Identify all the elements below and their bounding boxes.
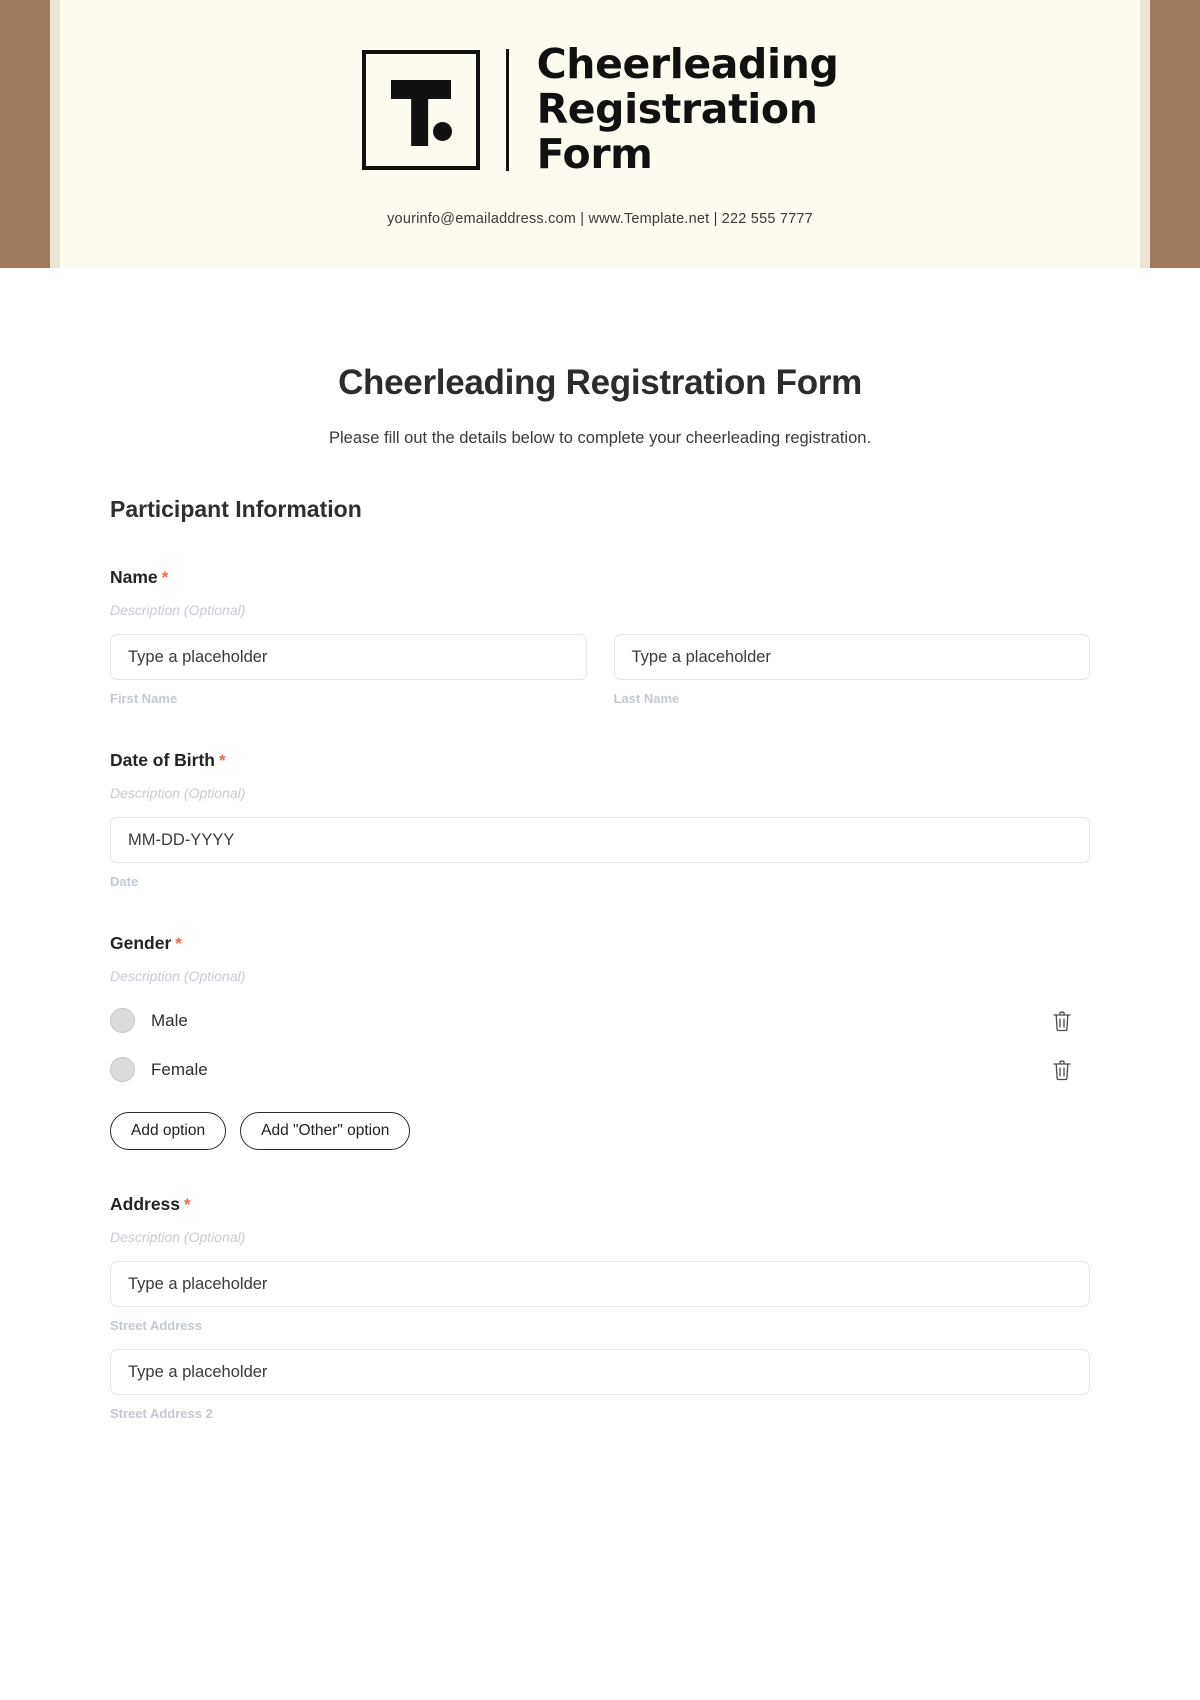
field-label-name: Name * — [110, 567, 1090, 588]
section-heading-participant-information: Participant Information — [110, 496, 362, 522]
letterhead-contact-line: yourinfo@emailaddress.com | www.Template… — [387, 211, 813, 228]
gender-option-label: Female — [151, 1059, 208, 1079]
name-inputs-row: Type a placeholder First Name Type a pla… — [110, 634, 1090, 706]
gender-option-label: Male — [151, 1010, 188, 1030]
field-name: Name * Description (Optional) Type a plac… — [110, 567, 1090, 706]
field-description-gender: Description (Optional) — [110, 968, 246, 984]
add-other-option-button[interactable]: Add "Other" option — [240, 1112, 411, 1150]
street-address-sub-label: Street Address — [110, 1318, 202, 1333]
first-name-sub-label: First Name — [110, 691, 178, 706]
street-address-2-sub-label: Street Address 2 — [110, 1406, 213, 1421]
field-label-date-of-birth: Date of Birth * — [110, 750, 1090, 771]
field-label-gender-text: Gender — [110, 933, 172, 953]
page-title: Cheerleading Registration Form — [338, 363, 862, 402]
street-address-2-wrap: Type a placeholder Street Address 2 — [110, 1349, 1090, 1421]
logo-dot — [432, 121, 452, 141]
field-label-address-text: Address — [110, 1194, 181, 1214]
required-asterisk: * — [184, 1195, 191, 1214]
letterhead-left-stripe — [50, 0, 60, 268]
field-description-address: Description (Optional) — [110, 1229, 246, 1245]
field-label-date-of-birth-text: Date of Birth — [110, 750, 215, 770]
street-address-2-input[interactable]: Type a placeholder — [110, 1349, 1090, 1395]
required-asterisk: * — [161, 568, 169, 587]
first-name-column: Type a placeholder First Name — [110, 634, 587, 706]
radio-icon[interactable] — [110, 1057, 135, 1082]
field-label-address: Address * — [110, 1194, 1090, 1215]
last-name-sub-label: Last Name — [613, 691, 680, 706]
logo-t-stem — [410, 79, 428, 146]
field-description-date-of-birth: Description (Optional) — [110, 785, 246, 801]
letterhead-right-stripe — [1140, 0, 1150, 268]
add-option-button[interactable]: Add option — [110, 1112, 227, 1150]
trash-icon[interactable] — [1052, 1010, 1072, 1032]
field-label-gender: Gender * — [110, 933, 1090, 954]
radio-icon[interactable] — [110, 1008, 135, 1033]
street-address-wrap: Type a placeholder Street Address — [110, 1261, 1090, 1333]
required-asterisk: * — [175, 934, 182, 953]
letterhead-banner: Cheerleading Registration Form yourinfo@… — [0, 0, 1200, 268]
field-date-of-birth: Date of Birth * Description (Optional) MM… — [110, 750, 1090, 889]
letterhead-inner: Cheerleading Registration Form yourinfo@… — [60, 0, 1140, 268]
date-of-birth-input[interactable]: MM-DD-YYYY — [110, 817, 1090, 863]
street-address-input[interactable]: Type a placeholder — [110, 1261, 1090, 1307]
required-asterisk: * — [219, 751, 226, 770]
letterhead-left-margin — [0, 0, 50, 268]
field-address: Address * Description (Optional) Type a p… — [110, 1194, 1090, 1421]
date-of-birth-sub-label: Date — [110, 874, 139, 889]
form-body: Cheerleading Registration Form Please fi… — [0, 363, 1200, 1421]
field-gender: Gender * Description (Optional) Male Fema… — [110, 933, 1090, 1150]
last-name-input[interactable]: Type a placeholder — [613, 634, 1090, 680]
gender-option-buttons: Add option Add "Other" option — [110, 1112, 1090, 1150]
gender-option-female[interactable]: Female — [110, 1057, 208, 1082]
letterhead-logo-row: Cheerleading Registration Form — [361, 40, 839, 179]
template-logo-icon — [361, 49, 480, 170]
field-description-name: Description (Optional) — [110, 602, 246, 618]
gender-option-row: Male — [110, 1008, 1090, 1033]
date-of-birth-input-wrap: MM-DD-YYYY Date — [110, 817, 1090, 889]
letterhead-right-margin — [1150, 0, 1200, 268]
first-name-input[interactable]: Type a placeholder — [110, 634, 587, 680]
letterhead-title: Cheerleading Registration Form — [536, 40, 839, 179]
trash-icon[interactable] — [1052, 1059, 1072, 1081]
gender-option-male[interactable]: Male — [110, 1008, 188, 1033]
form-page: Cheerleading Registration Form yourinfo@… — [0, 0, 1200, 1700]
last-name-column: Type a placeholder Last Name — [613, 634, 1090, 706]
letterhead-divider — [505, 48, 509, 171]
page-subtitle: Please fill out the details below to com… — [328, 429, 872, 447]
field-label-name-text: Name — [110, 567, 158, 587]
gender-option-row: Female — [110, 1057, 1090, 1082]
